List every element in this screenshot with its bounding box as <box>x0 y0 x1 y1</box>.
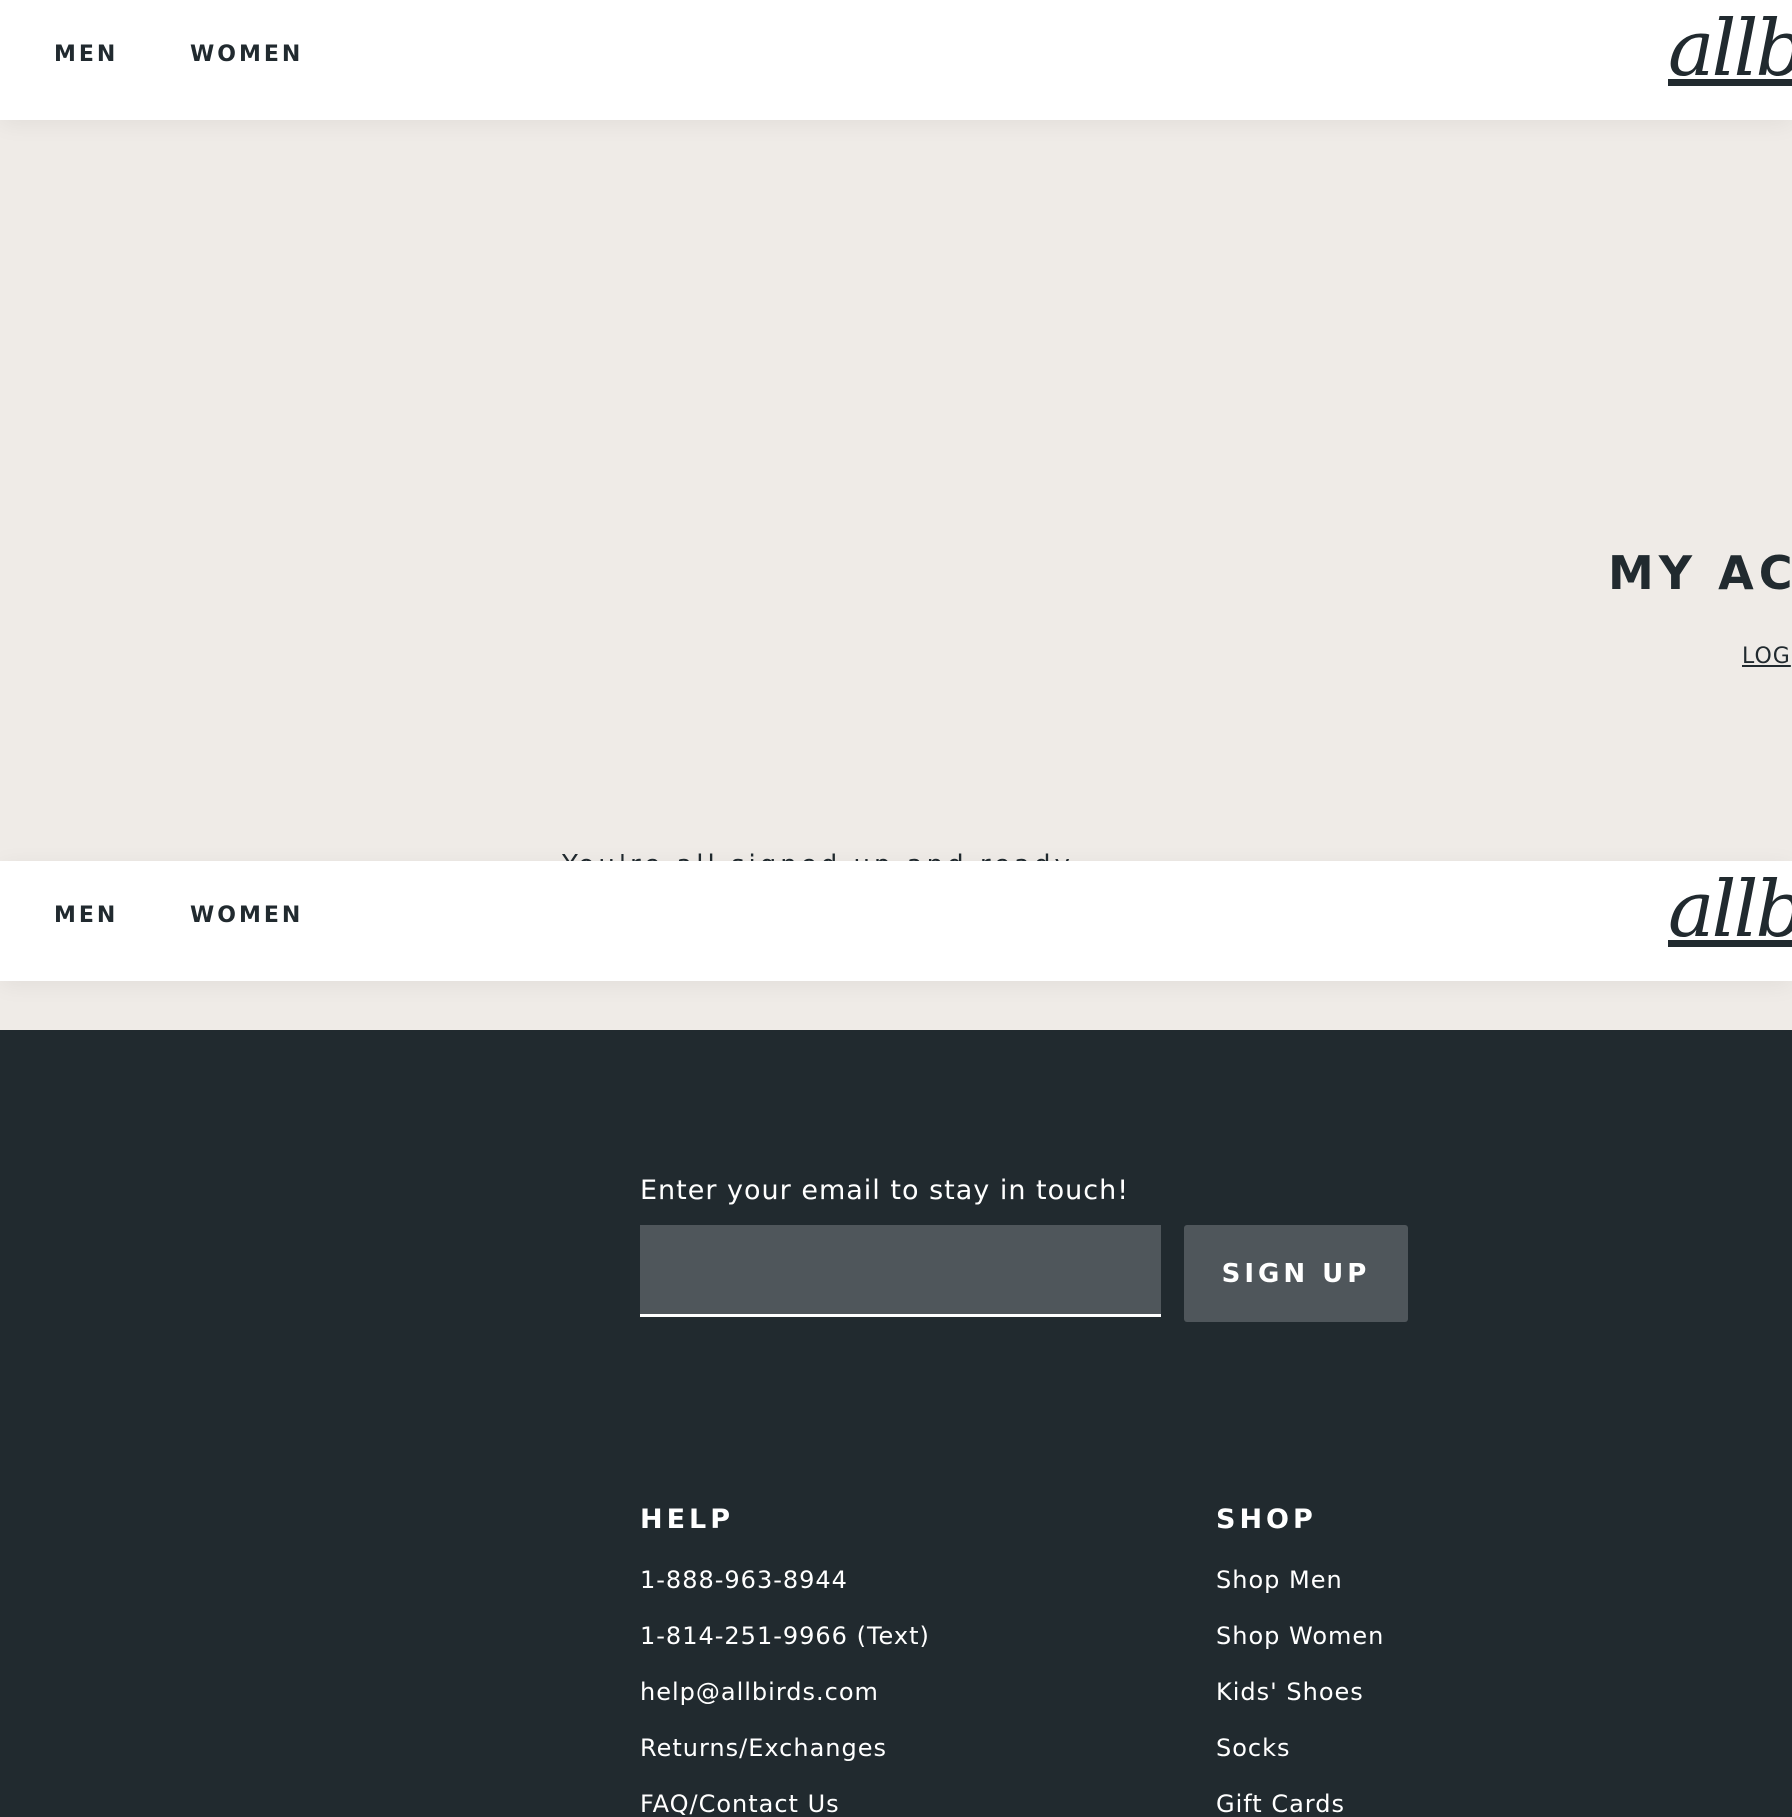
account-hero: MY ACC LOG You're all signed up and read… <box>0 120 1792 861</box>
list-item: help@allbirds.com <box>640 1680 930 1736</box>
section-divider <box>0 981 1792 1030</box>
signup-confirmation-message: You're all signed up and ready <box>562 852 1074 861</box>
list-item: Shop Men <box>1216 1568 1384 1624</box>
list-item: Shop Women <box>1216 1624 1384 1680</box>
site-footer: Enter your email to stay in touch! SIGN … <box>0 1030 1792 1817</box>
list-item: 1-814-251-9966 (Text) <box>640 1624 930 1680</box>
list-item: FAQ/Contact Us <box>640 1792 930 1817</box>
list-item: Gift Cards <box>1216 1792 1384 1817</box>
nav-women-link[interactable]: WOMEN <box>190 44 303 66</box>
shop-women-link[interactable]: Shop Women <box>1216 1622 1384 1650</box>
list-item: Kids' Shoes <box>1216 1680 1384 1736</box>
help-text-link[interactable]: 1-814-251-9966 (Text) <box>640 1622 930 1650</box>
logout-link[interactable]: LOG <box>1742 646 1791 668</box>
list-item: 1-888-963-8944 <box>640 1568 930 1624</box>
top-navbar: MEN WOMEN allb <box>0 0 1792 120</box>
shop-socks-link[interactable]: Socks <box>1216 1734 1291 1762</box>
footer-help-heading: HELP <box>640 1504 735 1535</box>
footer-help-column: HELP 1-888-963-8944 1-814-251-9966 (Text… <box>640 1506 930 1817</box>
sticky-navbar: MEN WOMEN allb <box>0 861 1792 981</box>
help-phone-link[interactable]: 1-888-963-8944 <box>640 1566 848 1594</box>
newsletter-label: Enter your email to stay in touch! <box>640 1175 1130 1206</box>
help-returns-link[interactable]: Returns/Exchanges <box>640 1734 887 1762</box>
footer-shop-links: Shop Men Shop Women Kids' Shoes Socks Gi… <box>1216 1568 1384 1817</box>
allbirds-logo[interactable]: allb <box>1668 10 1792 88</box>
page-title: MY ACC <box>1608 546 1792 600</box>
sticky-nav-men-link[interactable]: MEN <box>54 905 118 927</box>
sticky-nav-women-link[interactable]: WOMEN <box>190 905 303 927</box>
shop-men-link[interactable]: Shop Men <box>1216 1566 1343 1594</box>
newsletter-email-input[interactable] <box>640 1225 1161 1317</box>
help-email-link[interactable]: help@allbirds.com <box>640 1678 879 1706</box>
footer-shop-column: SHOP Shop Men Shop Women Kids' Shoes Soc… <box>1216 1506 1384 1817</box>
help-faq-link[interactable]: FAQ/Contact Us <box>640 1790 840 1817</box>
list-item: Socks <box>1216 1736 1384 1792</box>
footer-help-links: 1-888-963-8944 1-814-251-9966 (Text) hel… <box>640 1568 930 1817</box>
shop-kids-link[interactable]: Kids' Shoes <box>1216 1678 1364 1706</box>
nav-men-link[interactable]: MEN <box>54 44 118 66</box>
shop-gift-cards-link[interactable]: Gift Cards <box>1216 1790 1345 1817</box>
footer-shop-heading: SHOP <box>1216 1504 1317 1535</box>
sticky-allbirds-logo[interactable]: allb <box>1668 871 1792 949</box>
list-item: Returns/Exchanges <box>640 1736 930 1792</box>
sign-up-button[interactable]: SIGN UP <box>1184 1225 1408 1322</box>
